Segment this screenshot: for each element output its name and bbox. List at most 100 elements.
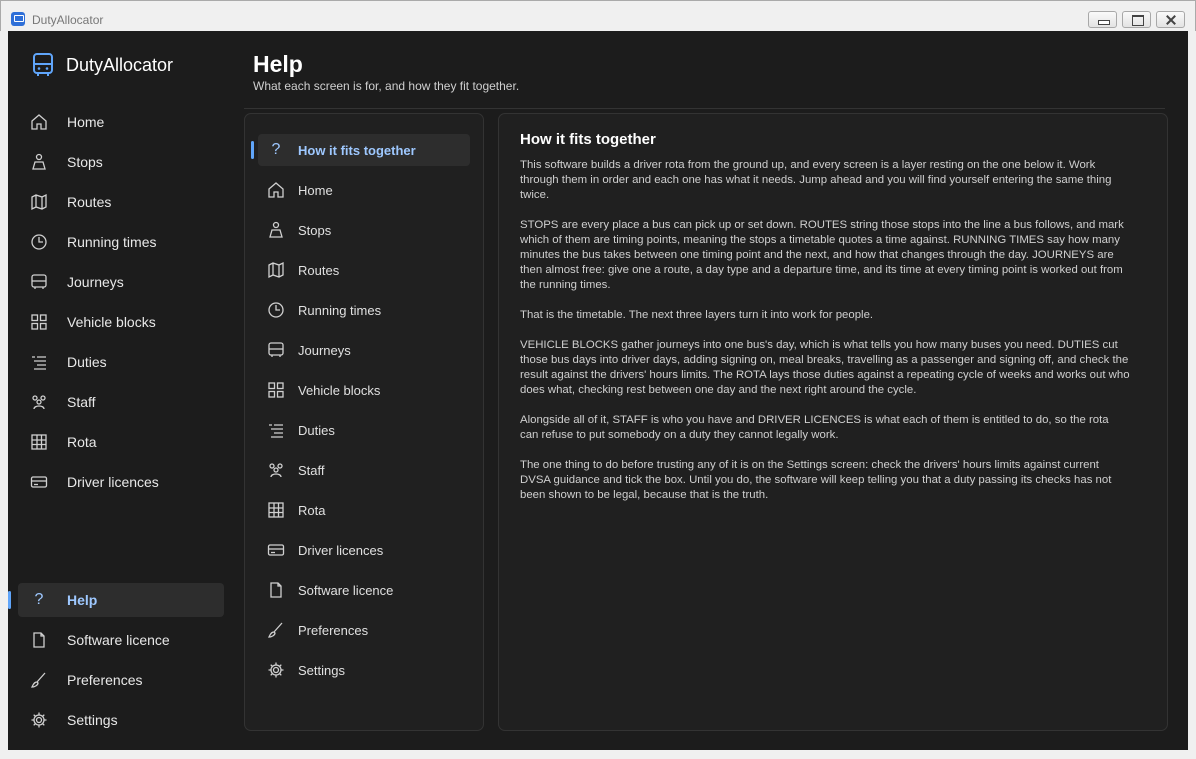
help-content-body: This software builds a driver rota from …: [520, 158, 1130, 518]
sidebar-item-help[interactable]: ? Help: [18, 583, 224, 617]
app-icon: [11, 12, 25, 26]
sidebar-item-software-licence[interactable]: Software licence: [18, 623, 224, 657]
sidebar-item-journeys[interactable]: Journeys: [18, 265, 224, 299]
sidebar-item-label: Duties: [67, 354, 107, 370]
brush-icon: [267, 621, 285, 639]
help-topic-routes[interactable]: Routes: [258, 254, 470, 286]
selection-indicator: [251, 141, 254, 159]
help-topic-label: Staff: [298, 462, 325, 478]
help-topic-label: Preferences: [298, 622, 369, 638]
grid-icon: [267, 381, 285, 399]
help-paragraph: Alongside all of it, STAFF is who you ha…: [520, 414, 1109, 441]
sidebar-item-routes[interactable]: Routes: [18, 185, 224, 219]
people-icon: [267, 461, 285, 479]
maximize-button[interactable]: [1122, 11, 1151, 28]
sidebar-item-label: Staff: [67, 394, 96, 410]
brand-name: DutyAllocator: [66, 54, 174, 75]
help-paragraph: STOPS are every place a bus can pick up …: [520, 219, 1124, 291]
sidebar-item-label: Settings: [67, 712, 118, 728]
sidebar-item-label: Journeys: [67, 274, 124, 290]
sidebar-item-label: Running times: [67, 234, 157, 250]
sidebar-item-label: Vehicle blocks: [67, 314, 156, 330]
help-topic-driver-licences[interactable]: Driver licences: [258, 534, 470, 566]
help-content-title: How it fits together: [520, 131, 656, 148]
help-topic-label: Settings: [298, 662, 345, 678]
help-topic-duties[interactable]: Duties: [258, 414, 470, 446]
help-paragraph: This software builds a driver rota from …: [520, 159, 1112, 201]
map-icon: [30, 193, 48, 211]
help-paragraph: The one thing to do before trusting any …: [520, 459, 1112, 501]
minimize-button[interactable]: [1088, 11, 1117, 28]
brush-icon: [30, 671, 48, 689]
help-content-panel: How it fits together This software build…: [498, 113, 1168, 731]
help-topic-vehicle-blocks[interactable]: Vehicle blocks: [258, 374, 470, 406]
person-icon: [30, 153, 48, 171]
gear-icon: [30, 711, 48, 729]
map-icon: [267, 261, 285, 279]
selection-indicator: [8, 591, 11, 609]
sidebar-item-label: Software licence: [67, 632, 170, 648]
table-icon: [30, 433, 48, 451]
sidebar-item-label: Home: [67, 114, 105, 130]
help-topic-preferences[interactable]: Preferences: [258, 614, 470, 646]
question-icon: ?: [271, 141, 281, 158]
window-title: DutyAllocator: [32, 13, 104, 27]
help-topic-stops[interactable]: Stops: [258, 214, 470, 246]
card-icon: [30, 473, 48, 491]
clock-icon: [30, 233, 48, 251]
sidebar-item-label: Routes: [67, 194, 112, 210]
help-topic-rota[interactable]: Rota: [258, 494, 470, 526]
sidebar: DutyAllocator Home Stops Routes Running …: [8, 31, 238, 750]
question-icon: ?: [34, 591, 44, 608]
sidebar-item-running-times[interactable]: Running times: [18, 225, 224, 259]
sidebar-item-stops[interactable]: Stops: [18, 145, 224, 179]
help-topic-how-it-fits-together[interactable]: ? How it fits together: [258, 134, 470, 166]
help-topic-label: Journeys: [298, 342, 351, 358]
sidebar-item-vehicle-blocks[interactable]: Vehicle blocks: [18, 305, 224, 339]
sidebar-item-home[interactable]: Home: [18, 105, 224, 139]
help-topic-software-licence[interactable]: Software licence: [258, 574, 470, 606]
sidebar-item-label: Preferences: [67, 672, 143, 688]
sidebar-item-duties[interactable]: Duties: [18, 345, 224, 379]
people-icon: [30, 393, 48, 411]
header-divider: [244, 108, 1165, 109]
close-button[interactable]: [1156, 11, 1185, 28]
list-icon: [267, 421, 285, 439]
card-icon: [267, 541, 285, 559]
bus-logo-icon: [33, 53, 53, 76]
sidebar-item-label: Rota: [67, 434, 97, 450]
help-topic-staff[interactable]: Staff: [258, 454, 470, 486]
app-client-area: DutyAllocator Home Stops Routes Running …: [8, 31, 1188, 750]
help-topic-label: Driver licences: [298, 542, 384, 558]
sidebar-item-staff[interactable]: Staff: [18, 385, 224, 419]
table-icon: [267, 501, 285, 519]
page-title: Help: [253, 51, 303, 77]
help-topic-label: Rota: [298, 502, 326, 518]
clock-icon: [267, 301, 285, 319]
sidebar-item-label: Driver licences: [67, 474, 159, 490]
help-topic-home[interactable]: Home: [258, 174, 470, 206]
help-topics-list: ? How it fits together Home Stops Routes…: [244, 113, 484, 731]
document-icon: [30, 631, 48, 649]
document-icon: [267, 581, 285, 599]
help-topic-running-times[interactable]: Running times: [258, 294, 470, 326]
sidebar-item-settings[interactable]: Settings: [18, 703, 224, 737]
sidebar-item-rota[interactable]: Rota: [18, 425, 224, 459]
help-topic-label: Home: [298, 182, 333, 198]
brand: DutyAllocator: [32, 51, 173, 79]
sidebar-item-label: Help: [67, 592, 98, 608]
list-icon: [30, 353, 48, 371]
gear-icon: [267, 661, 285, 679]
grid-icon: [30, 313, 48, 331]
help-topic-label: Routes: [298, 262, 340, 278]
help-topic-journeys[interactable]: Journeys: [258, 334, 470, 366]
home-icon: [267, 181, 285, 199]
window-titlebar: DutyAllocator: [0, 0, 1196, 31]
sidebar-item-preferences[interactable]: Preferences: [18, 663, 224, 697]
help-topic-label: Stops: [298, 222, 332, 238]
bus-icon: [267, 341, 285, 359]
bus-icon: [30, 273, 48, 291]
help-paragraph: VEHICLE BLOCKS gather journeys into one …: [520, 339, 1130, 396]
help-topic-settings[interactable]: Settings: [258, 654, 470, 686]
sidebar-item-driver-licences[interactable]: Driver licences: [18, 465, 224, 499]
